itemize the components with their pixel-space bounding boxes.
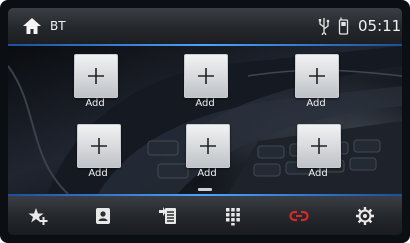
plus-icon <box>88 68 104 84</box>
page-indicator <box>198 188 212 191</box>
plus-icon <box>200 138 216 154</box>
tile-label: Add <box>85 98 105 109</box>
add-shortcut-tile[interactable]: Add <box>69 54 121 120</box>
main-panel: Add Add Add Add Add Add <box>8 46 402 194</box>
add-button[interactable] <box>295 54 339 98</box>
tile-label: Add <box>88 168 108 179</box>
plus-icon <box>91 138 107 154</box>
add-button[interactable] <box>77 124 121 168</box>
add-button[interactable] <box>186 124 230 168</box>
add-shortcut-tile[interactable]: Add <box>181 124 233 190</box>
add-button[interactable] <box>297 124 341 168</box>
clock: 05:11 <box>358 17 402 35</box>
dialpad-button[interactable] <box>204 196 262 235</box>
add-shortcut-tile[interactable]: Add <box>292 124 344 190</box>
call-log-icon <box>159 207 176 224</box>
tile-label: Add <box>308 168 328 179</box>
call-log-button[interactable] <box>139 196 197 235</box>
add-shortcut-tile[interactable]: Add <box>290 54 342 120</box>
tile-label: Add <box>195 98 215 109</box>
gear-icon <box>356 207 374 225</box>
contact-card-icon <box>96 208 110 224</box>
status-bar: BT 05:11 <box>8 8 402 44</box>
dialpad-icon <box>226 208 240 226</box>
settings-button[interactable] <box>336 196 394 235</box>
page-title: BT <box>50 19 66 33</box>
star-plus-icon <box>28 208 48 225</box>
home-icon[interactable] <box>22 16 42 36</box>
add-shortcut-tile[interactable]: Add <box>72 124 124 190</box>
add-button[interactable] <box>74 54 118 98</box>
tile-label: Add <box>306 98 326 109</box>
bottom-nav <box>8 196 402 235</box>
add-shortcut-tile[interactable]: Add <box>179 54 231 120</box>
favorites-add-button[interactable] <box>9 196 67 235</box>
link-icon <box>289 210 309 222</box>
tile-label: Add <box>197 168 217 179</box>
plus-icon <box>309 68 325 84</box>
contacts-button[interactable] <box>74 196 132 235</box>
link-button[interactable] <box>270 196 328 235</box>
add-button[interactable] <box>184 54 228 98</box>
screen: BT 05:11 Add Add Add Add Add Add <box>0 0 410 243</box>
usb-icon <box>318 18 330 35</box>
plus-icon <box>311 138 327 154</box>
plus-icon <box>198 68 214 84</box>
phone-icon <box>338 17 349 35</box>
